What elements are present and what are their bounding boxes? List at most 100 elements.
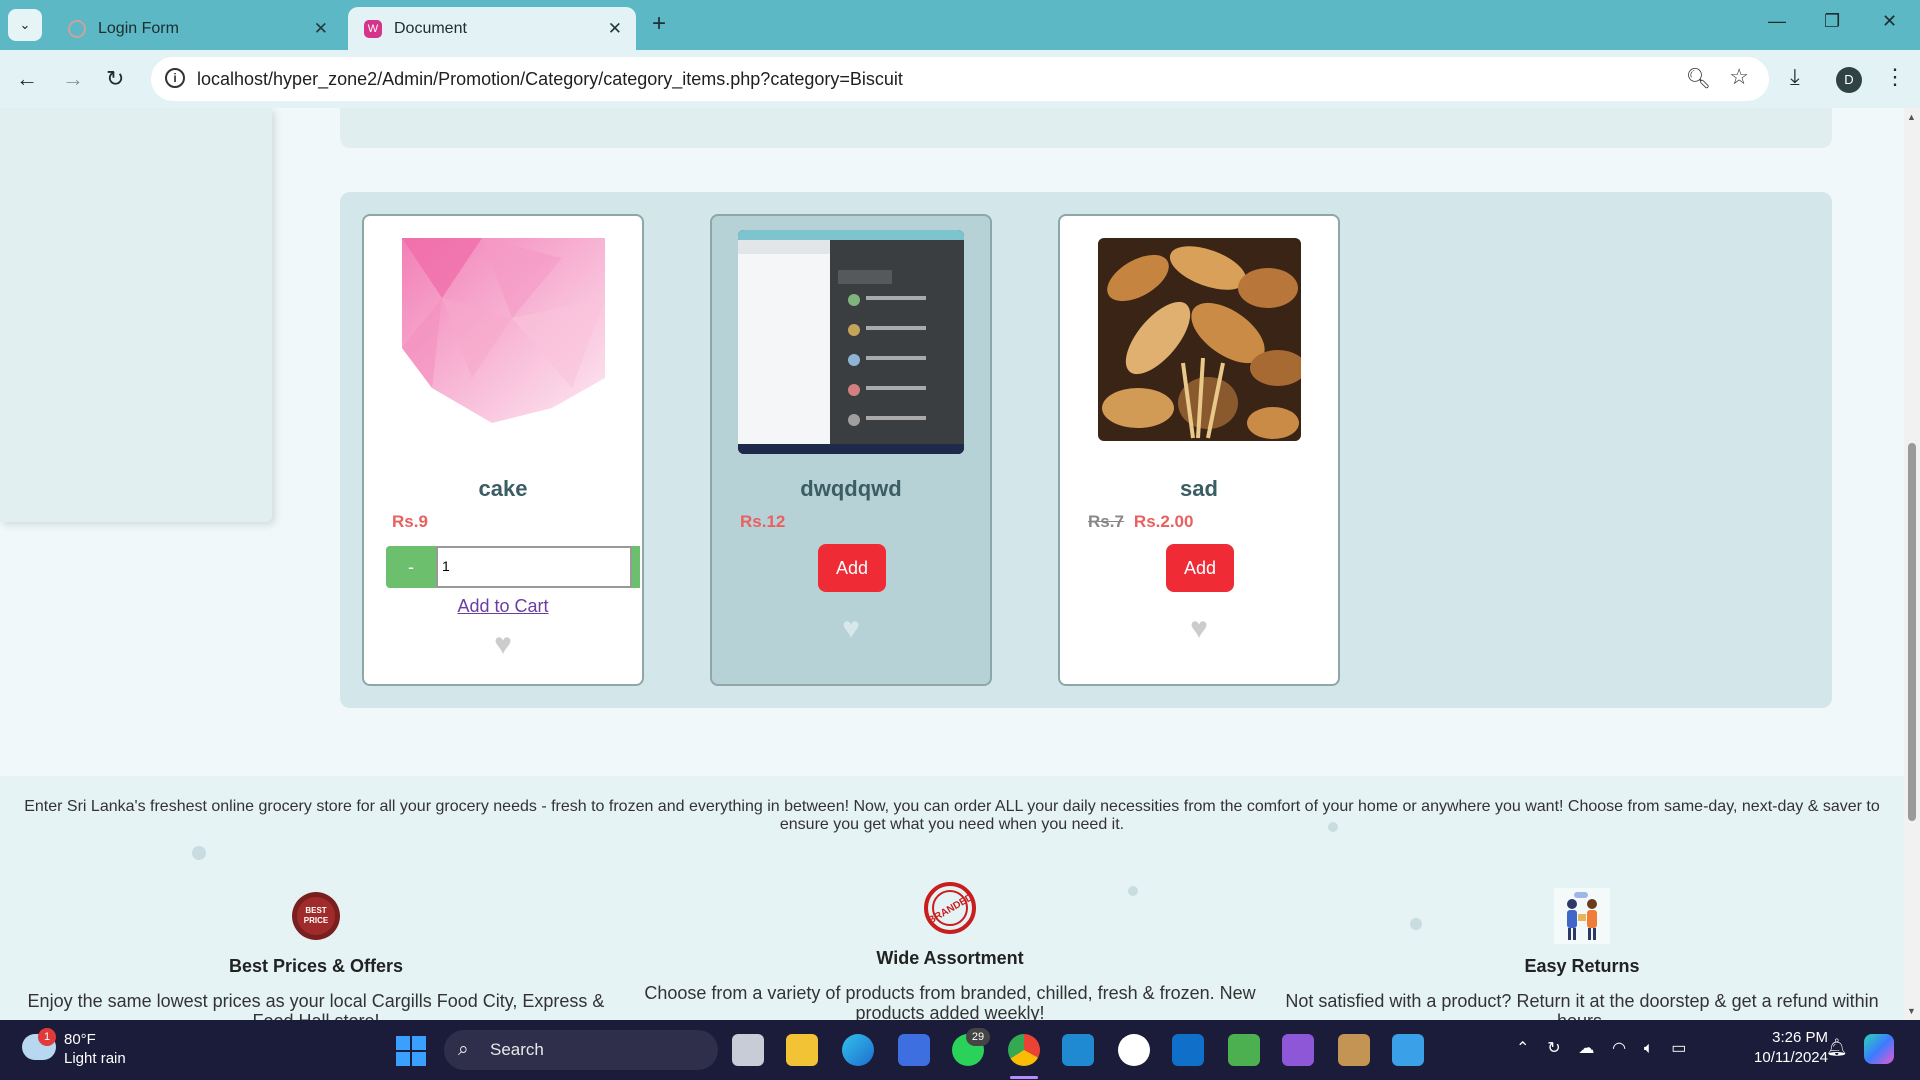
task-view-icon[interactable] bbox=[732, 1034, 764, 1066]
heart-icon[interactable]: ♥ bbox=[364, 628, 642, 662]
chrome-icon[interactable] bbox=[1008, 1034, 1040, 1066]
download-icon[interactable]: ⤓ bbox=[1790, 64, 1800, 90]
badge-text: PRICE bbox=[304, 916, 329, 925]
forward-arrow-icon[interactable]: → bbox=[62, 66, 84, 92]
sync-icon[interactable]: ↻ bbox=[1547, 1040, 1560, 1057]
system-tray[interactable]: ⌃ ↻ ☁ ◠ 🔈︎ ▭ bbox=[1516, 1038, 1686, 1058]
close-icon[interactable]: ✕ bbox=[314, 19, 328, 39]
notification-badge: 1 bbox=[38, 1028, 56, 1046]
taskbar-search[interactable]: ⌕ Search bbox=[444, 1030, 718, 1070]
feature-text: Choose from a variety of products from b… bbox=[644, 983, 1256, 1020]
feature-title: Best Prices & Offers bbox=[228, 956, 404, 976]
add-button[interactable]: Add bbox=[818, 544, 886, 592]
tab-document[interactable]: W Document ✕ bbox=[348, 7, 636, 50]
chevron-up-icon[interactable]: ⌃ bbox=[1516, 1040, 1529, 1057]
browser-toolbar: ← → ↻ i localhost/hyper_zone2/Admin/Prom… bbox=[0, 50, 1920, 108]
feature-easy-returns: Easy Returns Not satisfied with a produc… bbox=[1272, 888, 1892, 1020]
search-label: Search bbox=[490, 1040, 544, 1059]
add-button[interactable]: Add bbox=[1166, 544, 1234, 592]
game-icon[interactable] bbox=[1338, 1034, 1370, 1066]
page-scrollbar[interactable]: ▲ ▼ bbox=[1904, 108, 1920, 1020]
outlook-icon[interactable] bbox=[1172, 1034, 1204, 1066]
reload-icon[interactable]: ↻ bbox=[106, 66, 124, 92]
tab-login-form[interactable]: Login Form ✕ bbox=[52, 7, 342, 50]
bookmark-star-icon[interactable]: ☆ bbox=[1729, 64, 1749, 90]
product-price: Rs.9 bbox=[392, 512, 428, 531]
temperature: 80°F bbox=[64, 1031, 96, 1048]
url-text[interactable]: localhost/hyper_zone2/Admin/Promotion/Ca… bbox=[197, 69, 903, 90]
vscode-icon[interactable] bbox=[1062, 1034, 1094, 1066]
store-icon[interactable] bbox=[898, 1034, 930, 1066]
battery-icon[interactable]: ▭ bbox=[1671, 1040, 1686, 1057]
product-image bbox=[402, 238, 605, 441]
heart-icon[interactable]: ♥ bbox=[1060, 612, 1338, 646]
add-to-cart-link[interactable]: Add to Cart bbox=[364, 596, 642, 617]
old-price: Rs.7 bbox=[1088, 512, 1124, 531]
new-tab-button[interactable]: + bbox=[652, 10, 666, 38]
clock[interactable]: 3:26 PM 10/11/2024 bbox=[1736, 1028, 1828, 1068]
product-price: Rs.7 Rs.2.00 bbox=[1088, 512, 1193, 532]
feature-wide-assortment: BRANDED Wide Assortment Choose from a va… bbox=[640, 880, 1260, 1020]
scroll-thumb[interactable] bbox=[1908, 443, 1916, 821]
windows-taskbar: 1 80°F Light rain ⌕ Search 29 ⌃ ↻ ☁ ◠ 🔈︎ … bbox=[0, 1020, 1920, 1080]
category-sidebar bbox=[0, 108, 272, 522]
feature-title: Wide Assortment bbox=[876, 948, 1024, 968]
increase-quantity-button[interactable] bbox=[632, 546, 640, 588]
minimize-icon[interactable]: — bbox=[1768, 11, 1786, 32]
loading-favicon-icon bbox=[68, 19, 86, 38]
scroll-down-arrow-icon[interactable]: ▼ bbox=[1907, 1006, 1916, 1016]
back-arrow-icon[interactable]: ← bbox=[16, 66, 38, 92]
chevron-down-icon: ⌄ bbox=[19, 17, 31, 32]
file-explorer-icon[interactable] bbox=[786, 1034, 818, 1066]
product-card[interactable]: sad Rs.7 Rs.2.00 Add ♥ bbox=[1058, 214, 1340, 686]
product-name: dwqdqwd bbox=[800, 476, 902, 501]
page-content: cake Rs.9 - 1 Add to Cart ♥ dwqdqwd Rs.1… bbox=[0, 108, 1904, 1020]
notepad-icon[interactable] bbox=[1392, 1034, 1424, 1066]
date: 10/11/2024 bbox=[1754, 1049, 1828, 1066]
zoom-icon[interactable]: 🔍︎ bbox=[1686, 66, 1711, 91]
address-bar[interactable]: i localhost/hyper_zone2/Admin/Promotion/… bbox=[151, 57, 1769, 101]
heart-icon[interactable]: ♥ bbox=[712, 612, 990, 646]
notification-bell-icon[interactable]: 🔔︎ bbox=[1826, 1038, 1848, 1058]
wifi-icon[interactable]: ◠ bbox=[1612, 1040, 1626, 1057]
feature-text: Not satisfied with a product? Return it … bbox=[1285, 991, 1879, 1020]
product-image bbox=[738, 230, 964, 454]
time: 3:26 PM bbox=[1772, 1029, 1828, 1046]
profile-avatar[interactable]: D bbox=[1836, 67, 1862, 93]
store-description: Enter Sri Lanka's freshest online grocer… bbox=[24, 798, 1880, 833]
decrease-quantity-button[interactable]: - bbox=[386, 546, 436, 588]
tab-search-button[interactable]: ⌄ bbox=[8, 9, 42, 41]
speaker-icon[interactable]: 🔈︎ bbox=[1644, 1040, 1654, 1057]
quantity-input[interactable]: 1 bbox=[436, 546, 632, 588]
product-name: cake bbox=[478, 476, 528, 501]
windows-start-icon[interactable] bbox=[396, 1036, 426, 1066]
onedrive-icon[interactable]: ☁ bbox=[1578, 1040, 1594, 1057]
window-close-icon[interactable]: ✕ bbox=[1882, 11, 1897, 32]
browser-title-bar: ⌄ Login Form ✕ W Document ✕ + — ❐ ✕ bbox=[0, 0, 1920, 50]
feature-best-prices: BEST PRICE Best Prices & Offers Enjoy the… bbox=[6, 888, 626, 1020]
scroll-up-arrow-icon[interactable]: ▲ bbox=[1907, 112, 1916, 122]
product-card[interactable]: cake Rs.9 - 1 Add to Cart ♥ bbox=[362, 214, 644, 686]
weather-text: 80°F Light rain bbox=[64, 1030, 126, 1068]
search-icon: ⌕ bbox=[458, 1039, 469, 1060]
best-price-badge-icon: BEST PRICE bbox=[288, 888, 344, 944]
kebab-menu-icon[interactable]: ⋮ bbox=[1884, 64, 1906, 90]
site-info-icon[interactable]: i bbox=[165, 68, 185, 88]
git-tool-icon[interactable] bbox=[1228, 1034, 1260, 1066]
edge-icon[interactable] bbox=[842, 1034, 874, 1066]
branded-stamp-icon: BRANDED bbox=[922, 880, 978, 936]
restore-icon[interactable]: ❐ bbox=[1824, 11, 1840, 32]
close-icon[interactable]: ✕ bbox=[608, 19, 622, 39]
product-card[interactable]: dwqdqwd Rs.12 Add ♥ bbox=[710, 214, 992, 686]
decorative-dot bbox=[192, 846, 206, 860]
copilot-icon[interactable] bbox=[1864, 1034, 1894, 1064]
feature-text: Enjoy the same lowest prices as your loc… bbox=[27, 991, 605, 1020]
feature-title: Easy Returns bbox=[1524, 956, 1640, 976]
whatsapp-desktop-icon[interactable] bbox=[1118, 1034, 1150, 1066]
filter-panel bbox=[340, 108, 1832, 148]
tab-title: Document bbox=[394, 19, 467, 37]
whatsapp-badge: 29 bbox=[966, 1028, 990, 1046]
people-return-icon bbox=[1554, 888, 1610, 944]
visual-studio-icon[interactable] bbox=[1282, 1034, 1314, 1066]
decorative-dot bbox=[1328, 822, 1338, 832]
